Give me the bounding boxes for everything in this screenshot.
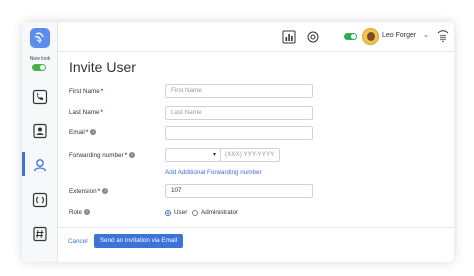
keypad-icon[interactable] [436, 29, 450, 43]
forwarding-number-input[interactable]: (XXX) YYY-YYYY [220, 148, 280, 162]
required-mark: * [124, 152, 128, 159]
analytics-icon[interactable] [282, 30, 296, 44]
dropdown-arrow-icon: ▾ [212, 152, 216, 158]
chevron-down-icon[interactable]: ⌄ [423, 31, 429, 39]
extension-label: Extension* i [69, 188, 109, 195]
first-name-label: First Name* [69, 88, 104, 95]
user-admin-icon[interactable] [31, 156, 49, 174]
required-mark: * [100, 109, 103, 116]
new-look-label: New look [29, 56, 51, 62]
contacts-icon[interactable] [31, 122, 49, 140]
info-icon: i [129, 152, 136, 159]
required-mark: * [97, 188, 101, 195]
app-logo[interactable] [30, 28, 50, 48]
info-icon: i [102, 188, 109, 195]
first-name-input[interactable]: First Name [165, 84, 313, 98]
info-icon: i [90, 129, 97, 136]
required-mark: * [85, 129, 89, 136]
send-invitation-button[interactable]: Send an invitation via Email [94, 234, 183, 248]
role-user-label[interactable]: User [174, 209, 187, 216]
last-name-label: Last Name* [69, 109, 103, 116]
page-title: Invite User [69, 59, 136, 75]
new-look-toggle[interactable] [32, 64, 46, 71]
add-forwarding-link[interactable]: Add Additional Forwarding number [165, 169, 262, 176]
phone-icon[interactable] [31, 88, 49, 106]
forwarding-label: Forwarding number* i [69, 152, 136, 159]
email-label: Email* i [69, 129, 97, 136]
email-field[interactable] [165, 126, 313, 140]
active-indicator [22, 152, 25, 176]
footer-divider [58, 227, 454, 228]
top-bar: Leo Forger ⌄ [58, 22, 454, 52]
voicemail-icon[interactable] [31, 191, 49, 209]
country-code-select[interactable]: ▾ [165, 148, 221, 162]
role-label: Role i [69, 209, 90, 216]
required-mark: * [100, 88, 104, 95]
settings-icon[interactable] [306, 30, 320, 44]
last-name-input[interactable]: Last Name [165, 106, 313, 120]
role-admin-radio[interactable] [192, 210, 198, 216]
role-admin-label[interactable]: Administrator [201, 209, 238, 216]
info-icon: i [83, 209, 90, 216]
role-user-radio[interactable] [165, 210, 171, 216]
app-window: New look Leo Forger ⌄ Invite User First … [22, 22, 454, 262]
avatar[interactable] [362, 28, 379, 45]
user-name[interactable]: Leo Forger [382, 32, 416, 39]
fax-icon[interactable] [31, 225, 49, 243]
status-toggle[interactable] [344, 33, 357, 40]
extension-input[interactable]: 107 [165, 184, 313, 198]
cancel-button[interactable]: Cancel [68, 238, 88, 245]
sidebar: New look [22, 22, 58, 262]
